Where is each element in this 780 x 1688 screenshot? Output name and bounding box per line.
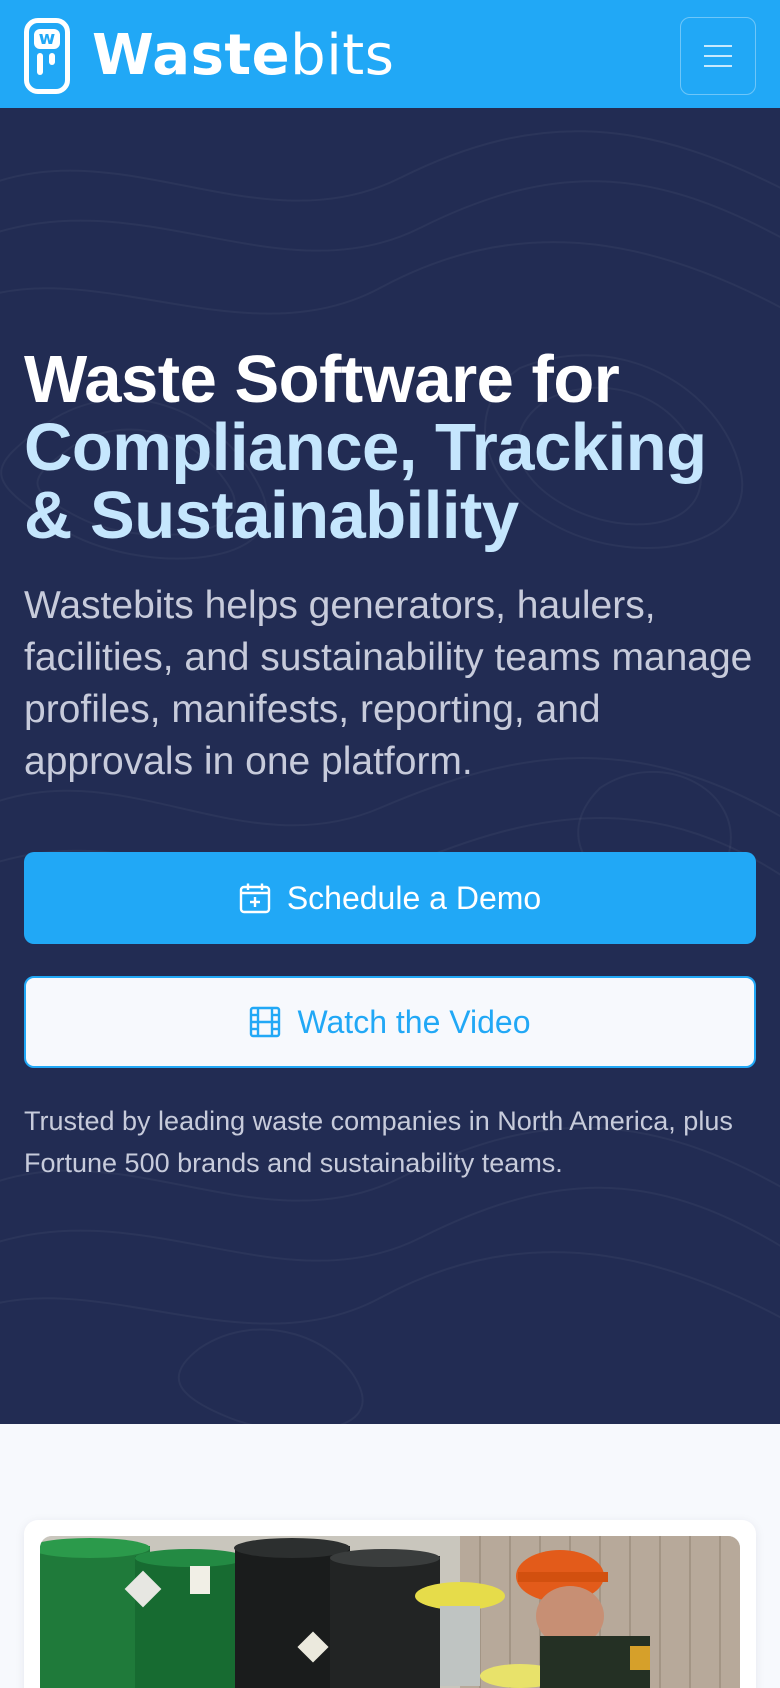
- hamburger-menu-icon: [704, 45, 732, 47]
- top-navigation-bar: w Wastebits: [0, 0, 780, 108]
- film-icon: [249, 1006, 281, 1038]
- hero-headline: Waste Software for Compliance, Tracking …: [24, 346, 756, 550]
- watch-video-button[interactable]: Watch the Video: [24, 976, 756, 1068]
- feature-card: [24, 1520, 756, 1688]
- watch-video-label: Watch the Video: [297, 1003, 531, 1040]
- schedule-demo-label: Schedule a Demo: [286, 879, 542, 916]
- hero-description: Wastebits helps generators, haulers, fac…: [24, 584, 753, 783]
- trusted-by-text: Trusted by leading waste companies in No…: [24, 1106, 733, 1178]
- brand-wordmark: Wastebits: [92, 28, 394, 84]
- schedule-demo-button[interactable]: Schedule a Demo: [24, 852, 756, 944]
- brand-wordmark-bold: Waste: [92, 23, 291, 88]
- brand-wordmark-light: bits: [290, 23, 395, 88]
- wastebits-logo-mark-icon: w: [24, 18, 70, 94]
- wastebits-logo[interactable]: w Wastebits: [24, 18, 394, 94]
- hero-content: Waste Software for Compliance, Tracking …: [24, 346, 756, 788]
- hero-headline-line-1: Waste Software for: [24, 342, 620, 417]
- logo-mark-letter: w: [34, 29, 60, 49]
- hamburger-menu-button[interactable]: [680, 17, 756, 95]
- workers-with-waste-drums-photo: [40, 1536, 740, 1688]
- hero-headline-accent: Compliance, Tracking & Sustainability: [24, 410, 707, 553]
- hero-section: Waste Software for Compliance, Tracking …: [0, 108, 780, 1424]
- calendar-plus-icon: [239, 882, 271, 914]
